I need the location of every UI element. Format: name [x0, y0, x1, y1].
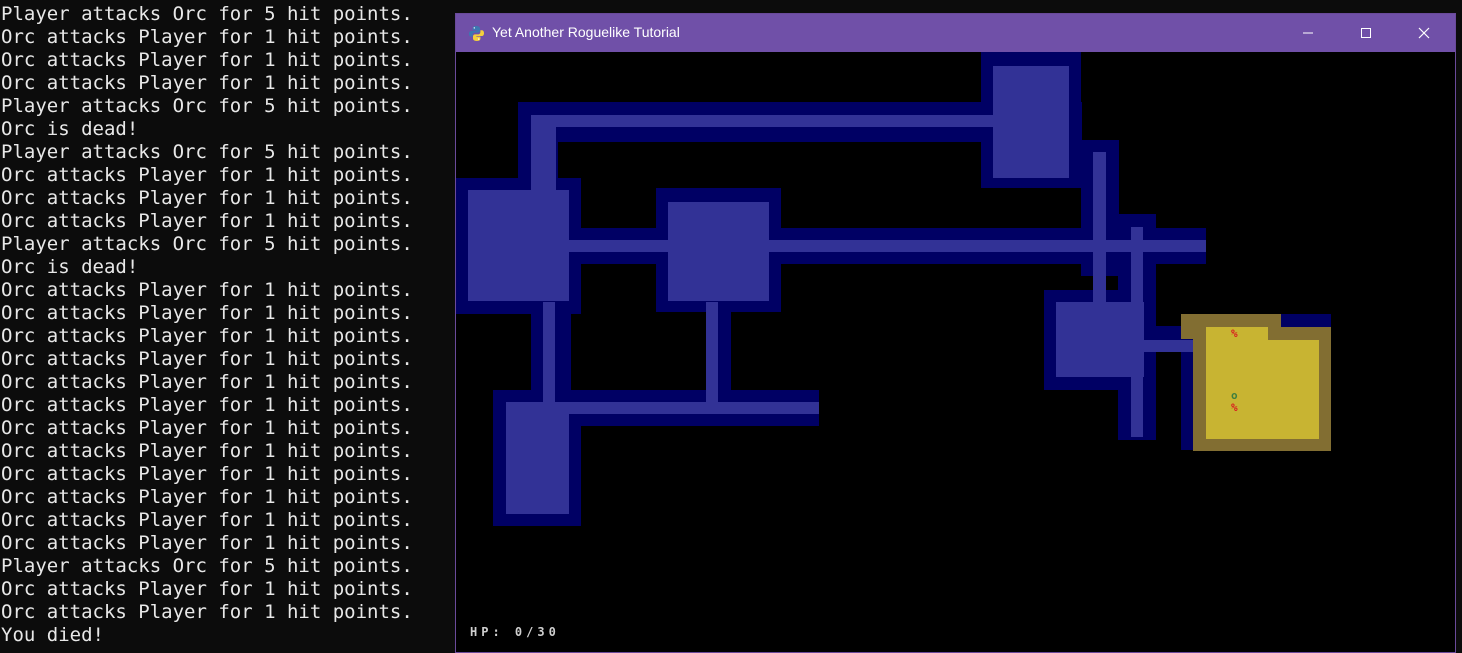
- console-line: Orc is dead!: [1, 118, 139, 140]
- close-button[interactable]: [1395, 14, 1453, 52]
- console-line: Orc attacks Player for 1 hit points.: [1, 440, 413, 462]
- console-line: Orc attacks Player for 1 hit points.: [1, 164, 413, 186]
- hp-label: HP: 0/30: [470, 625, 560, 639]
- floor-dark-9: [506, 402, 569, 514]
- console-line: Orc attacks Player for 1 hit points.: [1, 187, 413, 209]
- console-line: Orc attacks Player for 1 hit points.: [1, 26, 413, 48]
- floor-dark-6: [543, 302, 555, 402]
- console-line: Orc attacks Player for 1 hit points.: [1, 49, 413, 71]
- title-bar[interactable]: Yet Another Roguelike Tutorial: [456, 14, 1455, 52]
- close-icon: [1418, 27, 1430, 39]
- floor-lit-1: [1206, 340, 1319, 439]
- minimize-button[interactable]: [1279, 14, 1337, 52]
- floor-dark-10: [1093, 152, 1106, 302]
- orc: o: [1231, 389, 1238, 402]
- console-line: Orc attacks Player for 1 hit points.: [1, 279, 413, 301]
- console-line: Player attacks Orc for 5 hit points.: [1, 3, 413, 25]
- window-title: Yet Another Roguelike Tutorial: [492, 24, 680, 40]
- floor-dark-13: [1143, 340, 1193, 352]
- game-viewport[interactable]: % o % HP: 0/30: [456, 52, 1455, 652]
- maximize-icon: [1361, 28, 1371, 38]
- floor-dark-1: [531, 115, 994, 127]
- console-line: Player attacks Orc for 5 hit points.: [1, 555, 413, 577]
- console-line: Player attacks Orc for 5 hit points.: [1, 233, 413, 255]
- console-line: Orc attacks Player for 1 hit points.: [1, 601, 413, 623]
- floor-dark-5: [556, 240, 1206, 252]
- console-line: Orc attacks Player for 1 hit points.: [1, 463, 413, 485]
- console-line: Orc attacks Player for 1 hit points.: [1, 578, 413, 600]
- console-line: Orc attacks Player for 1 hit points.: [1, 486, 413, 508]
- console-line: Player attacks Orc for 5 hit points.: [1, 141, 413, 163]
- console-output: Player attacks Orc for 5 hit points. Orc …: [0, 0, 455, 648]
- minimize-icon: [1303, 32, 1313, 34]
- console-line: Orc attacks Player for 1 hit points.: [1, 348, 413, 370]
- floor-dark-0: [993, 66, 1069, 178]
- floor-dark-8: [568, 402, 819, 414]
- console-line: Orc attacks Player for 1 hit points.: [1, 302, 413, 324]
- python-icon: [468, 25, 485, 42]
- console-line: Orc attacks Player for 1 hit points.: [1, 509, 413, 531]
- maximize-button[interactable]: [1337, 14, 1395, 52]
- console-line: Orc attacks Player for 1 hit points.: [1, 371, 413, 393]
- console-line: Orc attacks Player for 1 hit points.: [1, 325, 413, 347]
- game-window: Yet Another Roguelike Tutorial % o % HP:…: [455, 13, 1456, 653]
- dungeon-map: [456, 52, 1331, 526]
- console-line: Orc is dead!: [1, 256, 139, 278]
- console-log: Player attacks Orc for 5 hit points. Orc …: [1, 3, 413, 647]
- console-line: Orc attacks Player for 1 hit points.: [1, 417, 413, 439]
- console-line: Orc attacks Player for 1 hit points.: [1, 72, 413, 94]
- corpse-1: %: [1231, 327, 1238, 340]
- floor-dark-12: [1056, 302, 1144, 377]
- console-line: You died!: [1, 624, 104, 646]
- console-line: Orc attacks Player for 1 hit points.: [1, 532, 413, 554]
- floor-dark-3: [468, 190, 569, 301]
- corpse-2: %: [1231, 401, 1238, 414]
- floor-dark-7: [706, 302, 718, 402]
- console-line: Orc attacks Player for 1 hit points.: [1, 210, 413, 232]
- console-line: Orc attacks Player for 1 hit points.: [1, 394, 413, 416]
- console-line: Player attacks Orc for 5 hit points.: [1, 95, 413, 117]
